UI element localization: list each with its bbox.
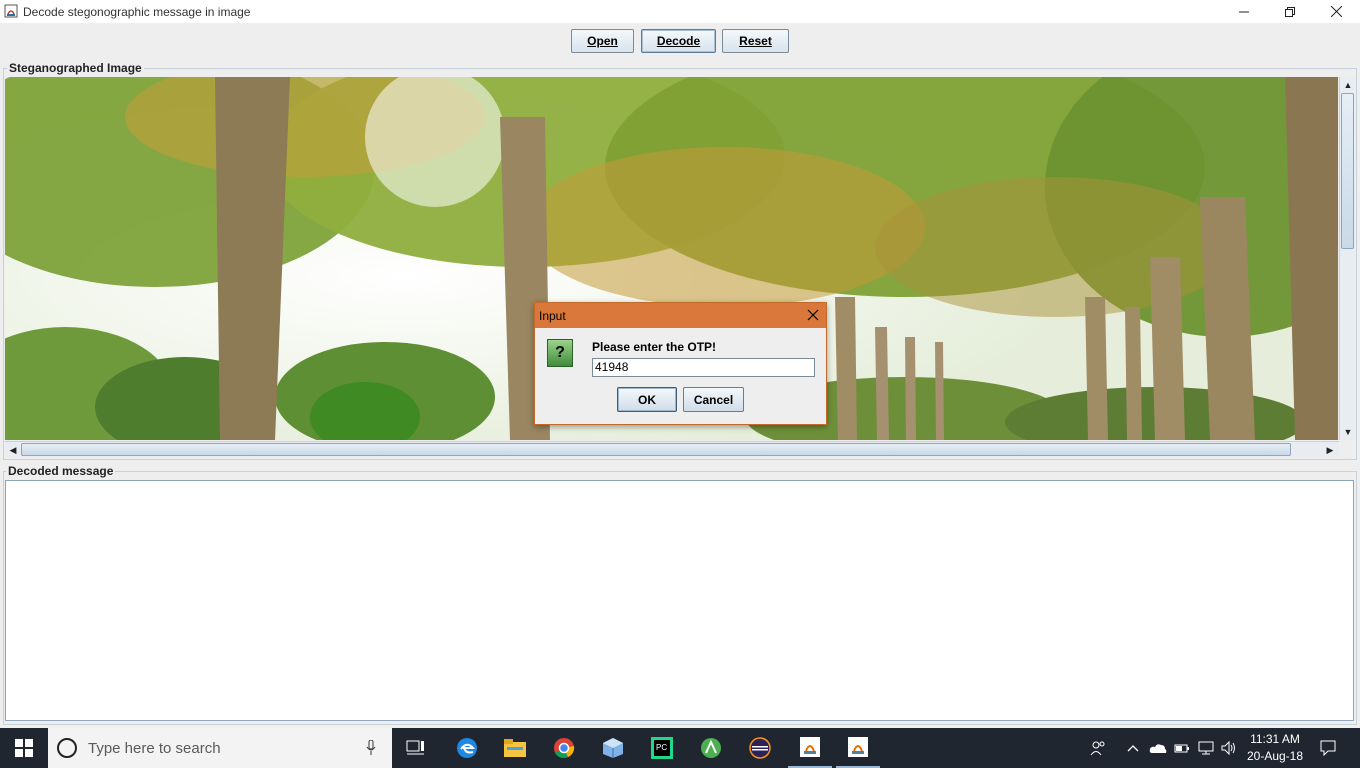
window-title: Decode stegonographic message in image	[23, 5, 251, 19]
scroll-up-icon[interactable]: ▲	[1340, 77, 1356, 93]
close-button[interactable]	[1313, 0, 1359, 23]
vertical-scroll-thumb[interactable]	[1341, 93, 1354, 249]
clock-time: 11:31 AM	[1250, 732, 1300, 746]
java-app-icon	[4, 4, 18, 18]
decode-button[interactable]: Decode	[641, 29, 716, 53]
reset-button[interactable]: Reset	[722, 29, 789, 53]
decoded-panel-label: Decoded message	[6, 464, 116, 478]
dialog-prompt: Please enter the OTP!	[592, 340, 717, 354]
pycharm-icon[interactable]: PC	[640, 728, 684, 768]
clock-date: 20-Aug-18	[1246, 749, 1304, 763]
virtualbox-icon[interactable]	[591, 728, 635, 768]
taskbar-clock[interactable]: 11:31 AM 20-Aug-18	[1240, 731, 1310, 765]
windows-logo-icon	[15, 739, 33, 757]
ok-button[interactable]: OK	[617, 387, 677, 412]
close-icon	[1330, 6, 1342, 17]
cortana-icon	[57, 738, 77, 758]
dialog-close-icon[interactable]	[806, 308, 820, 322]
restore-icon	[1285, 6, 1295, 17]
taskbar: Type here to search PC 11:31 AM 20-Aug-1…	[0, 728, 1360, 768]
search-placeholder: Type here to search	[88, 740, 221, 757]
microphone-icon[interactable]	[366, 740, 376, 756]
chrome-icon[interactable]	[542, 728, 586, 768]
start-button[interactable]	[0, 728, 48, 768]
taskbar-search-box[interactable]: Type here to search	[48, 728, 392, 768]
onedrive-cloud-icon[interactable]	[1147, 728, 1169, 768]
open-button[interactable]: Open	[571, 29, 634, 53]
minimize-button[interactable]	[1221, 0, 1267, 23]
svg-text:PC: PC	[656, 743, 667, 752]
android-studio-icon[interactable]	[689, 728, 733, 768]
otp-input-dialog: Input ? Please enter the OTP! 41948 OK C…	[534, 302, 827, 425]
image-panel-label: Steganographed Image	[7, 61, 144, 75]
scroll-left-icon[interactable]: ◀	[5, 442, 21, 458]
edge-browser-icon[interactable]	[445, 728, 489, 768]
dialog-title: Input	[539, 309, 566, 323]
java-app-icon-2[interactable]	[836, 728, 880, 768]
scroll-right-icon[interactable]: ▶	[1322, 442, 1338, 458]
people-icon[interactable]	[1086, 728, 1110, 768]
maximize-button[interactable]	[1267, 0, 1313, 23]
java-app-icon-1[interactable]	[788, 728, 832, 768]
network-icon[interactable]	[1196, 728, 1216, 768]
scroll-down-icon[interactable]: ▼	[1340, 424, 1356, 440]
question-icon: ?	[547, 339, 573, 367]
dialog-title-bar: Input	[535, 303, 826, 328]
volume-icon[interactable]	[1219, 728, 1239, 768]
cancel-button[interactable]: Cancel	[683, 387, 744, 412]
eclipse-icon[interactable]	[738, 728, 782, 768]
action-center-icon[interactable]	[1316, 728, 1340, 768]
horizontal-scroll-thumb[interactable]	[21, 443, 1291, 456]
task-view-icon[interactable]	[394, 728, 438, 768]
decoded-message-textarea[interactable]	[5, 480, 1354, 721]
image-horizontal-scrollbar[interactable]: ◀ ▶	[5, 441, 1339, 457]
minimize-icon	[1239, 11, 1249, 12]
show-hidden-icons-chevron-icon[interactable]	[1124, 728, 1142, 768]
otp-input[interactable]: 41948	[592, 358, 815, 377]
file-explorer-icon[interactable]	[493, 728, 537, 768]
image-vertical-scrollbar[interactable]: ▲ ▼	[1339, 77, 1355, 440]
battery-icon[interactable]	[1172, 728, 1192, 768]
title-bar: Decode stegonographic message in image	[0, 0, 1360, 23]
